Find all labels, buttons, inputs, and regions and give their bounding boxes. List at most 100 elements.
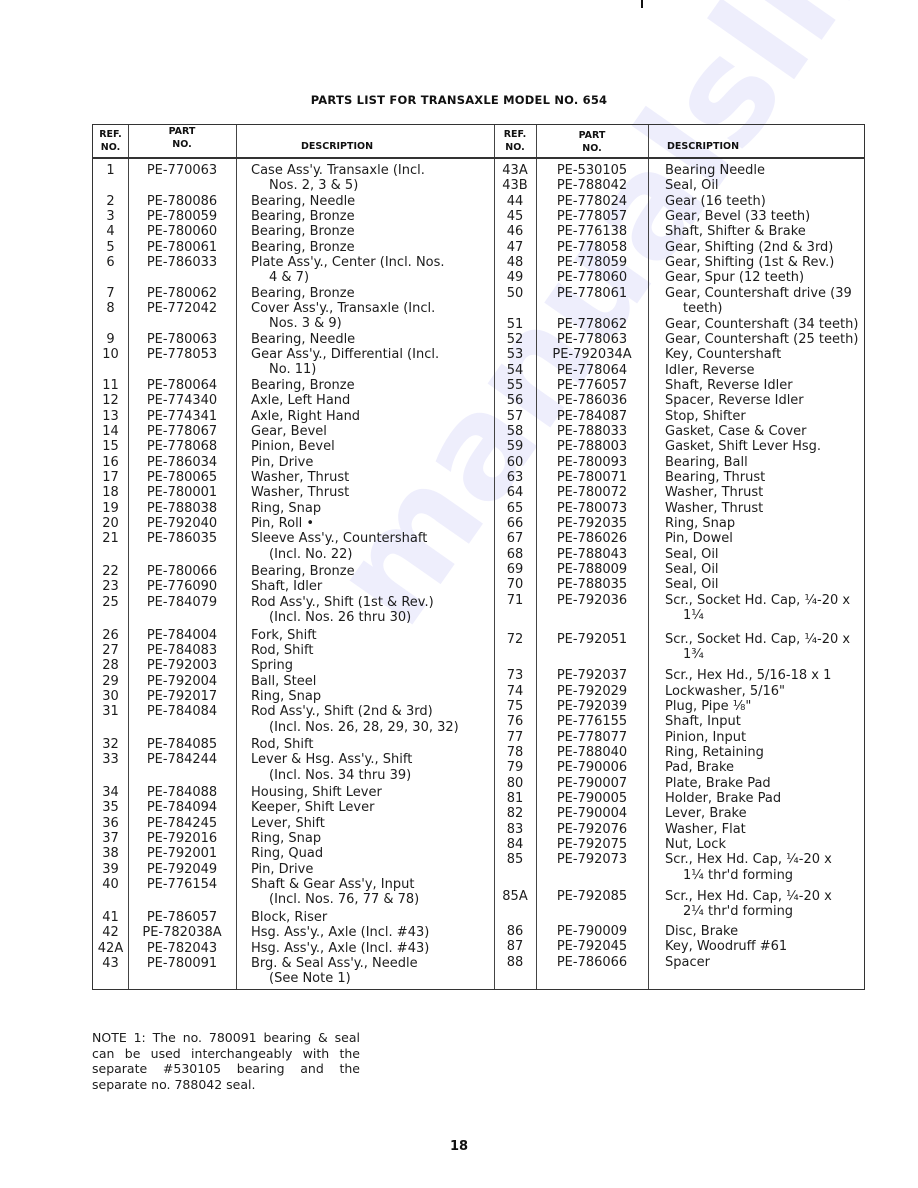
part-no: PE-782038A (142, 925, 222, 941)
description: Shaft & Gear Ass'y, Input (Incl. Nos. 76,… (251, 877, 419, 908)
description-line: Gasket, Shift Lever Hsg. (665, 439, 822, 455)
ref-no: 31 (102, 704, 119, 720)
description-line: Bearing, Bronze (251, 209, 355, 225)
ref-no: 13 (102, 408, 119, 424)
part-no: PE-792075 (556, 837, 628, 853)
description: Shaft, Idler (251, 579, 322, 594)
part-no: PE-788033 (556, 423, 628, 439)
description: Seal, Oil (665, 178, 719, 193)
description-line: Keeper, Shift Lever (251, 800, 375, 816)
header-part-no: PART NO. (128, 125, 236, 151)
description-line: Seal, Oil (665, 577, 719, 593)
part-no: PE-792049 (146, 861, 218, 877)
description: Seal, Oil (665, 562, 719, 577)
description: Pin, Roll • (251, 516, 314, 531)
ref-no: 22 (102, 564, 119, 580)
description: Stop, Shifter (665, 409, 746, 424)
ref-no: 56 (506, 393, 524, 409)
ref-no: 76 (506, 714, 524, 730)
description-line: Lockwasher, 5/16" (665, 683, 786, 699)
ref-no: 43 (102, 955, 119, 971)
description-line: Scr., Socket Hd. Cap, ¼-20 x (665, 592, 851, 608)
description-line: Bearing, Bronze (251, 224, 355, 240)
ref-no: 29 (102, 673, 119, 689)
description-line: Lever, Shift (251, 815, 325, 831)
description: Gear, Countershaft (34 teeth) (665, 317, 858, 332)
ref-no: 84 (506, 837, 524, 853)
part-no: PE-780063 (146, 331, 218, 347)
description: Bearing, Bronze (251, 564, 355, 579)
ref-no: 63 (506, 470, 524, 485)
description: Bearing, Ball (665, 455, 748, 470)
description-continuation: 2¼ thr'd forming (683, 904, 794, 920)
ref-no: 47 (506, 239, 524, 255)
ref-no: 69 (506, 562, 524, 578)
ref-no: 42A (97, 940, 124, 956)
description-continuation: (Incl. Nos. 76, 77 & 78) (269, 892, 420, 908)
part-no: PE-778077 (556, 729, 628, 745)
description: Plate Ass'y., Center (Incl. Nos. 4 & 7) (251, 255, 445, 286)
description-line: Seal, Oil (665, 178, 719, 194)
description-line: Ring, Snap (251, 831, 322, 847)
ref-no: 9 (106, 331, 115, 347)
page-title: PARTS LIST FOR TRANSAXLE MODEL NO. 654 (310, 93, 608, 107)
description-continuation: 1¾ (683, 646, 704, 662)
description-line: Gasket, Case & Cover (665, 423, 807, 439)
part-no: PE-780086 (146, 193, 218, 209)
part-no: PE-792045 (556, 939, 628, 955)
description: Ring, Snap (251, 689, 321, 704)
description: Ball, Steel (251, 674, 316, 689)
description: Key, Woodruff #61 (665, 939, 787, 954)
description-continuation: No. 11) (269, 362, 317, 378)
description: Rod, Shift (251, 643, 313, 658)
part-no: PE-780001 (146, 485, 218, 501)
part-no: PE-792040 (146, 516, 218, 532)
ref-no: 18 (102, 485, 119, 501)
part-no: PE-780061 (146, 239, 218, 255)
description-line: Bearing Needle (665, 163, 766, 178)
part-no: PE-780093 (556, 454, 628, 470)
description-line: Ring, Quad (251, 846, 324, 862)
description-line: Axle, Left Hand (251, 393, 351, 409)
description: Washer, Flat (665, 822, 746, 837)
ref-no: 4 (106, 224, 115, 240)
part-no: PE-776155 (556, 714, 628, 730)
part-no: PE-784085 (146, 736, 218, 752)
description-line: Pinion, Bevel (251, 439, 335, 455)
description-continuation: (See Note 1) (269, 971, 351, 987)
part-no: PE-784244 (146, 752, 218, 768)
description: Washer, Thrust (251, 485, 349, 500)
description: Gear, Countershaft drive (39 teeth) (665, 286, 852, 317)
description-line: Gear, Bevel (33 teeth) (665, 209, 811, 225)
part-no: PE-792034A (552, 347, 632, 363)
description: Pin, Drive (251, 455, 313, 470)
ref-no: 26 (102, 627, 119, 643)
ref-no: 50 (506, 285, 524, 301)
part-no: PE-790006 (556, 760, 628, 776)
ref-no: 79 (506, 760, 524, 776)
ref-no: 85A (502, 889, 528, 905)
ref-no: 81 (506, 791, 524, 806)
description-continuation: (Incl. Nos. 34 thru 39) (269, 767, 412, 783)
ref-no: 66 (506, 516, 524, 532)
description: Ring, Snap (251, 501, 321, 516)
part-no: PE-792073 (556, 852, 628, 868)
description: Key, Countershaft (665, 347, 781, 362)
ref-no: 54 (506, 362, 524, 378)
part-no: PE-778053 (146, 347, 218, 363)
ref-no: 60 (506, 454, 524, 470)
description-line: Key, Woodruff #61 (665, 939, 788, 955)
description-line: Gear, Spur (12 teeth) (665, 270, 805, 286)
description: Washer, Thrust (665, 501, 763, 516)
description: Case Ass'y. Transaxle (Incl. Nos. 2, 3 & … (251, 163, 425, 194)
description-continuation: (Incl. Nos. 26 thru 30) (269, 610, 412, 626)
description-line: Gear, Countershaft (25 teeth) (665, 331, 859, 347)
part-no: PE-780065 (146, 470, 218, 485)
ref-no: 20 (102, 516, 119, 532)
part-no: PE-772042 (146, 301, 218, 317)
ref-no: 71 (506, 592, 524, 608)
description-continuation: 1¼ (683, 608, 704, 624)
ref-no: 34 (102, 785, 119, 800)
ref-no: 23 (102, 579, 119, 595)
description-line: Pin, Drive (251, 454, 314, 470)
